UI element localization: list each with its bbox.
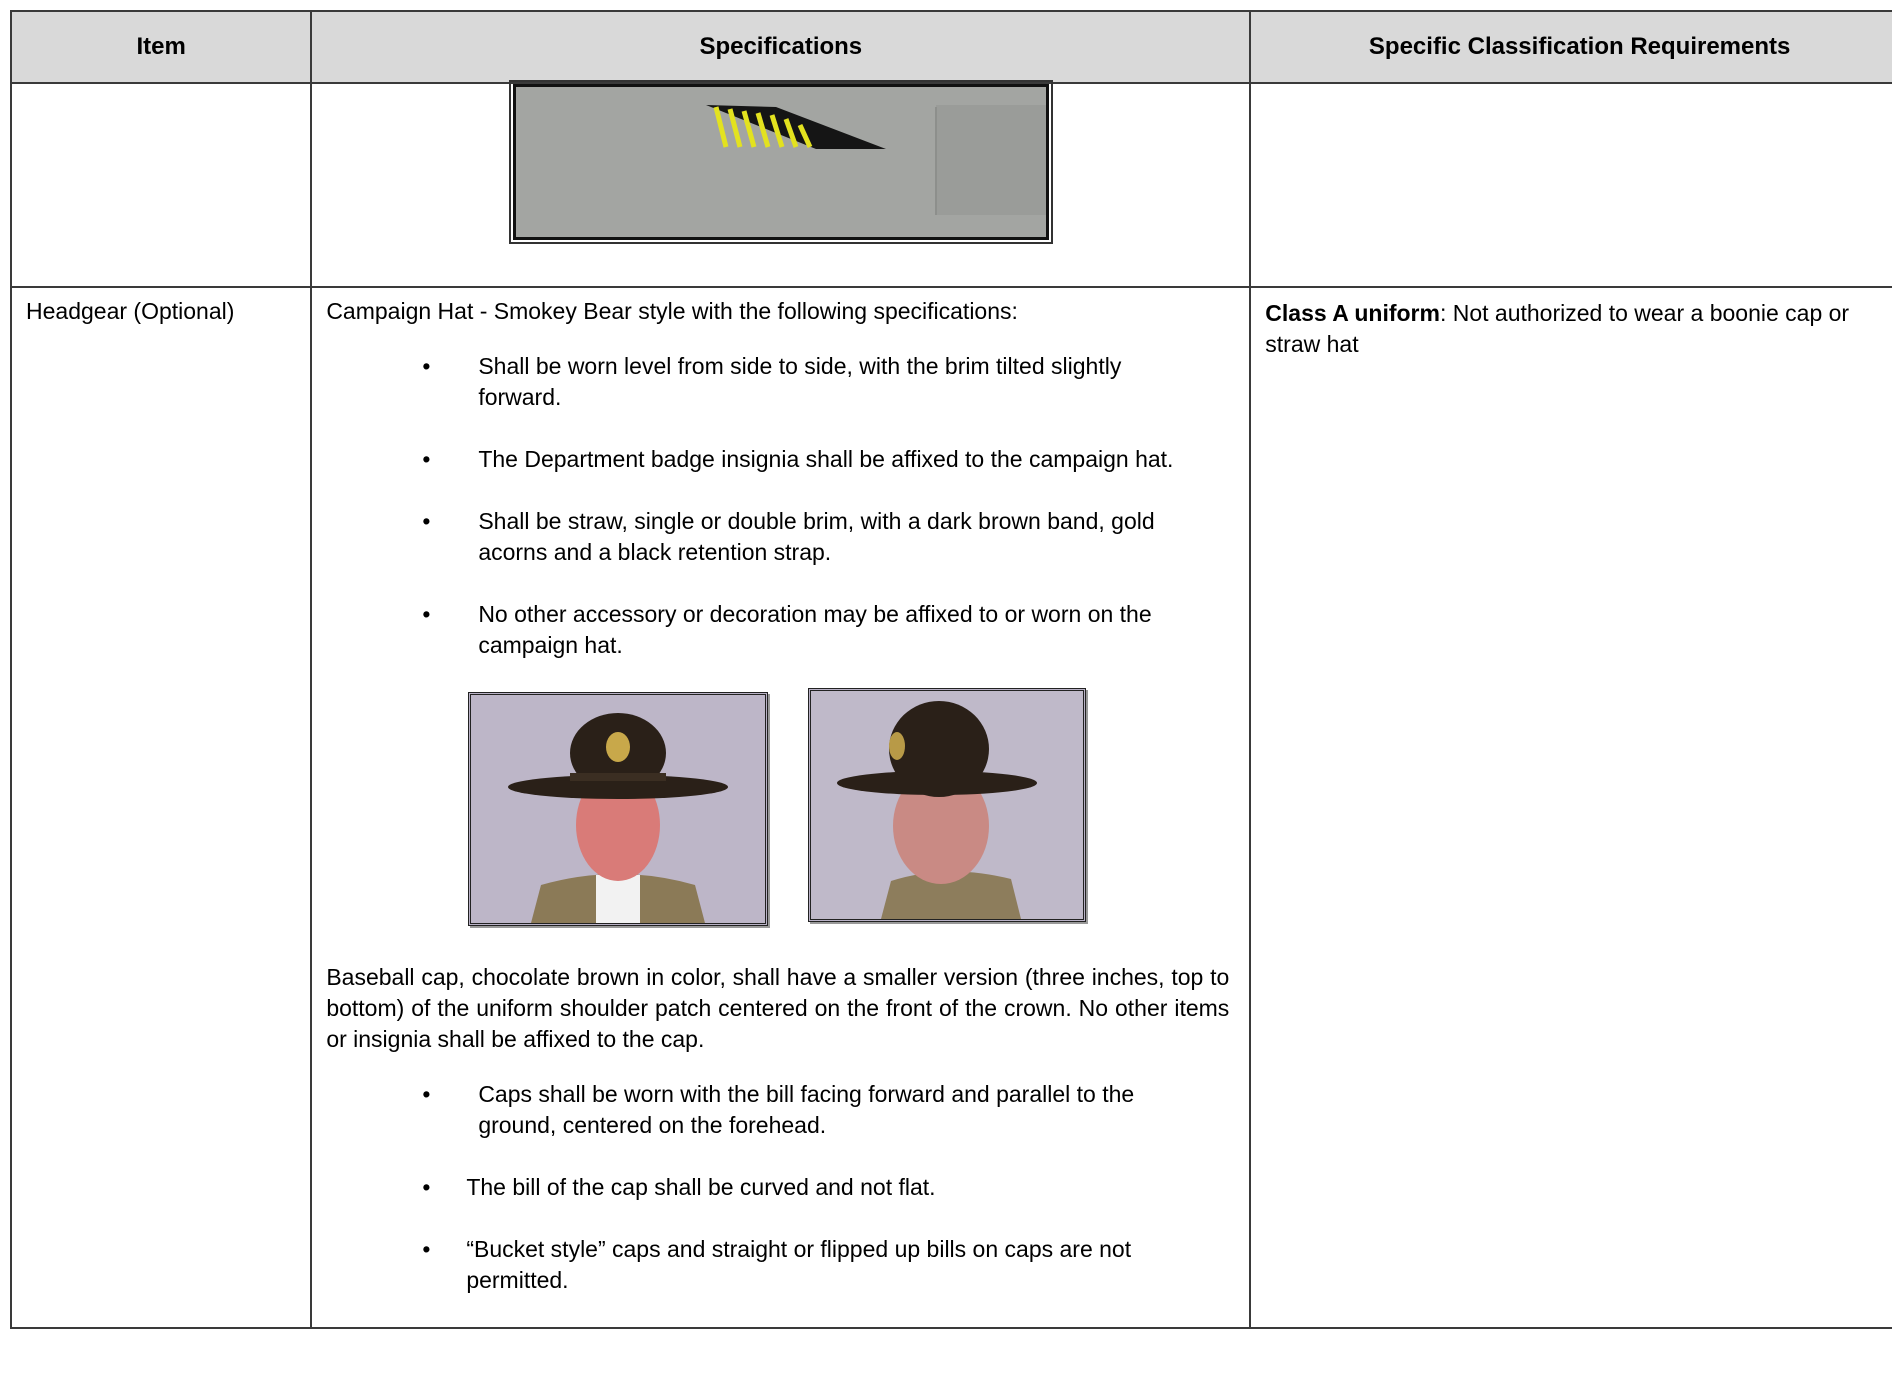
item-headgear: Headgear (Optional) bbox=[9, 286, 313, 1329]
bullet-icon: • bbox=[422, 1236, 431, 1262]
bullet-icon: • bbox=[422, 353, 431, 379]
bullet-icon: • bbox=[422, 446, 431, 472]
table-row-sleeve bbox=[9, 80, 1892, 288]
campaign-hat-photos bbox=[326, 688, 1235, 942]
bullet-icon: • bbox=[422, 601, 431, 627]
campaign-hat-side-photo bbox=[808, 688, 1087, 922]
specification-table: Item Specifications Specific Classificat… bbox=[9, 10, 1892, 1329]
sleeve-image-cell bbox=[310, 80, 1252, 288]
list-item: • Shall be straw, single or double brim, … bbox=[422, 508, 1155, 565]
campaign-hat-bullets: • Shall be worn level from side to side, … bbox=[326, 351, 1235, 661]
list-item: • The bill of the cap shall be curved and… bbox=[326, 1172, 1235, 1203]
list-item: • Caps shall be worn with the bill facing… bbox=[422, 1081, 1135, 1138]
baseball-cap-bullets: • Caps shall be worn with the bill facing… bbox=[326, 1079, 1235, 1296]
list-item: • “Bucket style” caps and straight or fli… bbox=[422, 1236, 1132, 1293]
item-cell-empty bbox=[9, 82, 313, 288]
requirements-cell-empty bbox=[1249, 82, 1892, 288]
headgear-specifications: Campaign Hat - Smokey Bear style with th… bbox=[310, 286, 1252, 1329]
requirements-headgear: Class A uniform: Not authorized to wear … bbox=[1249, 286, 1892, 1329]
sleeve-stripes-image bbox=[508, 80, 1053, 244]
campaign-hat-front-photo bbox=[468, 692, 769, 926]
table-row-headgear: Headgear (Optional) Campaign Hat - Smoke… bbox=[9, 286, 1892, 1329]
header-item: Item bbox=[9, 10, 313, 84]
header-specifications: Specifications bbox=[310, 10, 1252, 84]
baseball-cap-description: Baseball cap, chocolate brown in color, … bbox=[326, 964, 1230, 1052]
list-item: • The Department badge insignia shall be … bbox=[326, 444, 1235, 475]
campaign-hat-intro: Campaign Hat - Smokey Bear style with th… bbox=[326, 298, 1018, 324]
requirement-label: Class A uniform bbox=[1265, 300, 1440, 326]
header-requirements: Specific Classification Requirements bbox=[1249, 10, 1892, 84]
list-item: • Shall be worn level from side to side, … bbox=[422, 353, 1122, 410]
list-item: • No other accessory or decoration may be… bbox=[422, 601, 1152, 658]
bullet-icon: • bbox=[422, 1081, 431, 1107]
header-row: Item Specifications Specific Classificat… bbox=[9, 10, 1892, 84]
bullet-icon: • bbox=[422, 1174, 431, 1200]
bullet-icon: • bbox=[422, 508, 431, 534]
